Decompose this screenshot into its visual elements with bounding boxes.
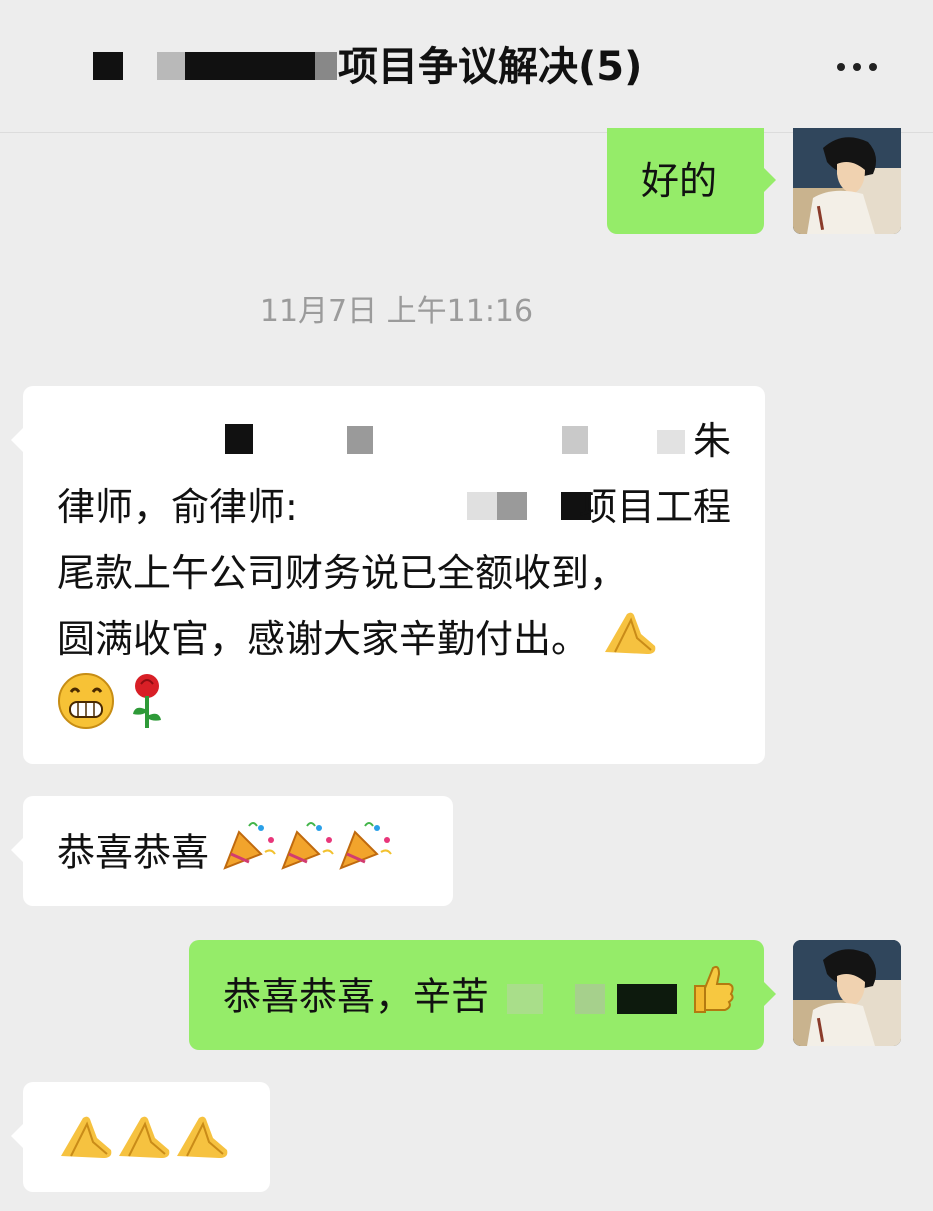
message-line: 律师，俞律师: 项目工程 — [57, 474, 731, 540]
blurred-block — [507, 984, 544, 1014]
message-line: 朱 — [57, 408, 731, 474]
message-bubble-incoming[interactable] — [11, 1082, 270, 1192]
party-popper-icon — [221, 818, 279, 892]
message-line: 尾款上午公司财务说已全额收到， — [57, 551, 628, 595]
message-bubble-outgoing[interactable]: 恭喜恭喜，辛苦 — [189, 940, 776, 1050]
blurred-block — [467, 492, 497, 520]
party-popper-icon — [337, 818, 395, 892]
more-icon[interactable] — [825, 44, 889, 90]
message-text: 恭喜恭喜 — [57, 830, 210, 875]
redacted-block — [225, 424, 253, 454]
blurred-block — [347, 426, 373, 454]
message-text: 圆满收官，感谢大家辛勤付出。 — [57, 617, 590, 661]
message-line — [57, 672, 731, 738]
blurred-block — [657, 430, 685, 454]
message-text: 项目工程 — [578, 485, 731, 529]
blurred-block — [562, 426, 588, 454]
message-bubble-incoming[interactable]: 朱 律师，俞律师: 项目工程 尾款上午公司财务说已全额收到， 圆满收官，感谢大家… — [11, 386, 765, 764]
folded-hands-icon — [115, 1112, 173, 1180]
message-bubble-incoming[interactable]: 恭喜恭喜 — [11, 796, 453, 906]
message-text: 律师，俞律师: — [57, 485, 298, 529]
folded-hands-icon — [173, 1112, 231, 1180]
grinning-face-icon — [57, 672, 115, 750]
title-blurred-part — [315, 52, 337, 80]
avatar-image[interactable] — [793, 128, 901, 234]
party-popper-icon — [279, 818, 337, 892]
message-timestamp: 11月7日 上午11:16 — [259, 294, 534, 329]
message-text: 好的 — [641, 159, 718, 203]
rose-icon — [127, 672, 167, 750]
chat-header: 项目争议解决(5) — [0, 0, 933, 133]
folded-hands-icon — [601, 608, 659, 676]
thumbs-up-icon — [689, 962, 735, 1036]
title-blurred-part — [157, 52, 185, 80]
blurred-block — [575, 984, 606, 1014]
message-bubble-outgoing[interactable]: 好的 — [607, 128, 776, 234]
avatar-image[interactable] — [793, 940, 901, 1046]
message-text: 恭喜恭喜，辛苦 — [223, 974, 490, 1019]
message-line: 圆满收官，感谢大家辛勤付出。 — [57, 606, 731, 672]
title-redacted-part — [185, 52, 315, 80]
folded-hands-icon — [57, 1112, 115, 1180]
message-text: 朱 — [692, 419, 731, 463]
title-redacted-part — [93, 52, 123, 80]
chat-title: 项目争议解决(5) — [338, 44, 643, 90]
blurred-block — [497, 492, 527, 520]
redacted-block — [617, 984, 678, 1014]
